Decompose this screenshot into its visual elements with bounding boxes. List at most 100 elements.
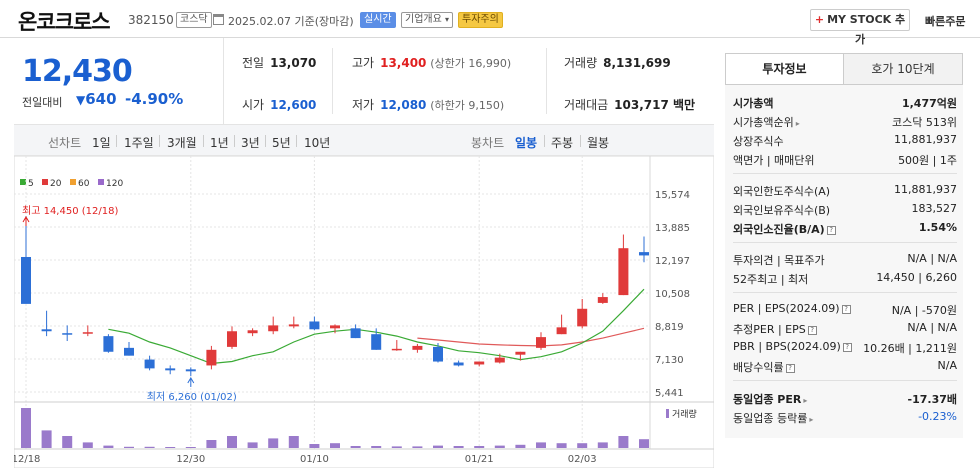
foreign-limit-value: 11,881,937 — [894, 183, 957, 196]
stat-low-value: 12,080 — [380, 98, 427, 112]
shares-value: 11,881,937 — [894, 133, 957, 146]
price-chart-svg: 5 20 60 120 최고 14,450 (12/18) 최저 6,260 (01/0… — [12, 155, 715, 468]
tab-5year[interactable]: 5년 — [272, 134, 291, 151]
tab-orderbook-10[interactable]: 호가 10단계 — [844, 54, 962, 84]
row-foreign-limit: 외국인한도주식수(A) 11,881,937 — [733, 183, 957, 199]
tab-1week[interactable]: 1주일 — [124, 134, 154, 151]
market-badge: 코스닥 — [176, 12, 212, 28]
row-cap-rank[interactable]: 시가총액순위 ▸ 코스닥 513위 — [733, 114, 957, 130]
tab-1day[interactable]: 1일 — [92, 134, 111, 151]
sector-per-value: -17.37배 — [907, 393, 957, 406]
chart-period-tabs: 선차트 1일 1주일 3개월 1년 3년 5년 10년 봉차트 일봉 주봉 월봉 — [14, 124, 714, 156]
legend-label: 120 — [106, 179, 123, 189]
add-mystock-button[interactable]: + MY STOCK 추가 — [810, 9, 910, 46]
volume-bar — [391, 446, 402, 448]
base-date: 2025.02.07 기준(장마감) — [228, 15, 354, 28]
tab-1year[interactable]: 1년 — [210, 134, 229, 151]
company-overview-dropdown[interactable]: 기업개요 ▾ — [401, 12, 454, 28]
candles — [21, 215, 649, 376]
legend-swatch — [98, 179, 104, 185]
divider — [733, 380, 957, 381]
help-icon[interactable]: ? — [807, 326, 817, 335]
stat-amount: 거래대금 103,717 백만 — [564, 96, 695, 113]
candle-body — [330, 325, 340, 329]
y-tick-label: 10,508 — [655, 289, 690, 300]
tab-weekly[interactable]: 주봉 — [551, 134, 573, 151]
divider — [733, 292, 957, 293]
candle-chart-heading: 봉차트 — [471, 136, 505, 150]
volume-bar — [206, 440, 217, 448]
pbr-label: PBR | BPS(2024.09) — [733, 340, 841, 353]
candle-body — [371, 334, 382, 350]
stock-header: 온코크로스 382150 코스닥 2025.02.07 기준(장마감) 실시간 … — [0, 0, 980, 46]
volume-bar — [453, 446, 464, 448]
investment-info-table: 시가총액 1,477억원 시가총액순위 ▸ 코스닥 513위 상장주식수 11,881,… — [725, 85, 963, 438]
volume-bar — [21, 408, 31, 448]
shares-label: 상장주식수 — [733, 135, 784, 148]
divider — [234, 135, 235, 147]
volume-bar — [433, 445, 443, 448]
stat-amount-value: 103,717 백만 — [614, 98, 696, 112]
candle-body — [288, 324, 299, 327]
foreign-ratio-label: 외국인소진율(B/A) — [733, 223, 825, 236]
volume-bar — [41, 430, 52, 448]
divider — [332, 48, 333, 114]
current-price: 12,430 — [22, 54, 133, 89]
row-dividend: 배당수익률? N/A — [733, 359, 957, 375]
volume-bar — [618, 436, 629, 448]
y-tick-label: 13,885 — [655, 223, 690, 234]
tab-daily[interactable]: 일봉 — [515, 134, 537, 151]
info-tabs: 투자정보 호가 10단계 — [725, 53, 963, 85]
candle-body — [41, 329, 52, 332]
down-triangle-icon: ▼ — [76, 93, 86, 107]
legend-label: 20 — [50, 179, 62, 189]
candle-body — [391, 348, 402, 351]
chevron-right-icon: ▸ — [809, 415, 814, 424]
stat-open: 시가 12,600 — [242, 96, 316, 113]
help-icon[interactable]: ? — [842, 343, 852, 352]
w52-label: 52주최고 | 최저 — [733, 273, 809, 286]
y-tick-label: 8,819 — [655, 322, 684, 333]
fast-order-link[interactable]: 빠른주문 — [925, 13, 965, 29]
help-icon[interactable]: ? — [785, 364, 795, 373]
stat-open-value: 12,600 — [270, 98, 317, 112]
change-amount-value: 640 — [85, 90, 117, 108]
stat-prev-label: 전일 — [242, 56, 265, 70]
divider — [296, 135, 297, 147]
price-stats: 전일 13,070 고가 13,400 (상한가 16,990) 거래량 8,131,… — [224, 38, 714, 124]
ma20-line — [417, 327, 645, 347]
sector-rate-value: -0.23% — [918, 410, 957, 423]
price-chart[interactable]: 5 20 60 120 최고 14,450 (12/18) 최저 6,260 (01/0… — [12, 155, 715, 468]
cap-rank-label: 시가총액순위 — [733, 116, 794, 129]
tab-3month[interactable]: 3개월 — [167, 134, 197, 151]
candle-body — [309, 321, 320, 330]
tab-10year[interactable]: 10년 — [304, 134, 330, 151]
candle-body — [185, 369, 196, 372]
dividend-value: N/A — [937, 359, 957, 372]
pbr-value: 10.26배 | 1,211원 — [863, 342, 957, 355]
candle-body — [515, 351, 526, 355]
row-est-per: 추정PER | EPS? N/A | N/A — [733, 321, 957, 337]
candle-body — [144, 359, 155, 369]
w52-value: 14,450 | 6,260 — [876, 271, 957, 284]
legend-swatch — [20, 179, 26, 185]
candle-body — [536, 337, 546, 348]
tab-3year[interactable]: 3년 — [241, 134, 260, 151]
tab-monthly[interactable]: 월봉 — [587, 134, 609, 151]
volume-bar — [227, 436, 237, 448]
market-cap-label: 시가총액 — [733, 97, 774, 110]
volume-bar — [288, 436, 299, 448]
row-sector-per[interactable]: 동일업종 PER ▸ -17.37배 — [733, 391, 957, 407]
divider — [116, 135, 117, 147]
help-icon[interactable]: ? — [841, 305, 851, 314]
realtime-button[interactable]: 실시간 — [360, 12, 396, 28]
row-sector-rate[interactable]: 동일업종 등락률 ▸ -0.23% — [733, 410, 957, 426]
help-icon[interactable]: ? — [826, 226, 836, 235]
dividend-label: 배당수익률 — [733, 361, 784, 374]
opinion-value: N/A | N/A — [907, 252, 957, 265]
legend-swatch — [70, 179, 76, 185]
tab-investment-info[interactable]: 투자정보 — [726, 54, 844, 84]
par-label: 액면가 | 매매단위 — [733, 154, 815, 167]
candle-body — [206, 349, 217, 366]
divider — [203, 135, 204, 147]
